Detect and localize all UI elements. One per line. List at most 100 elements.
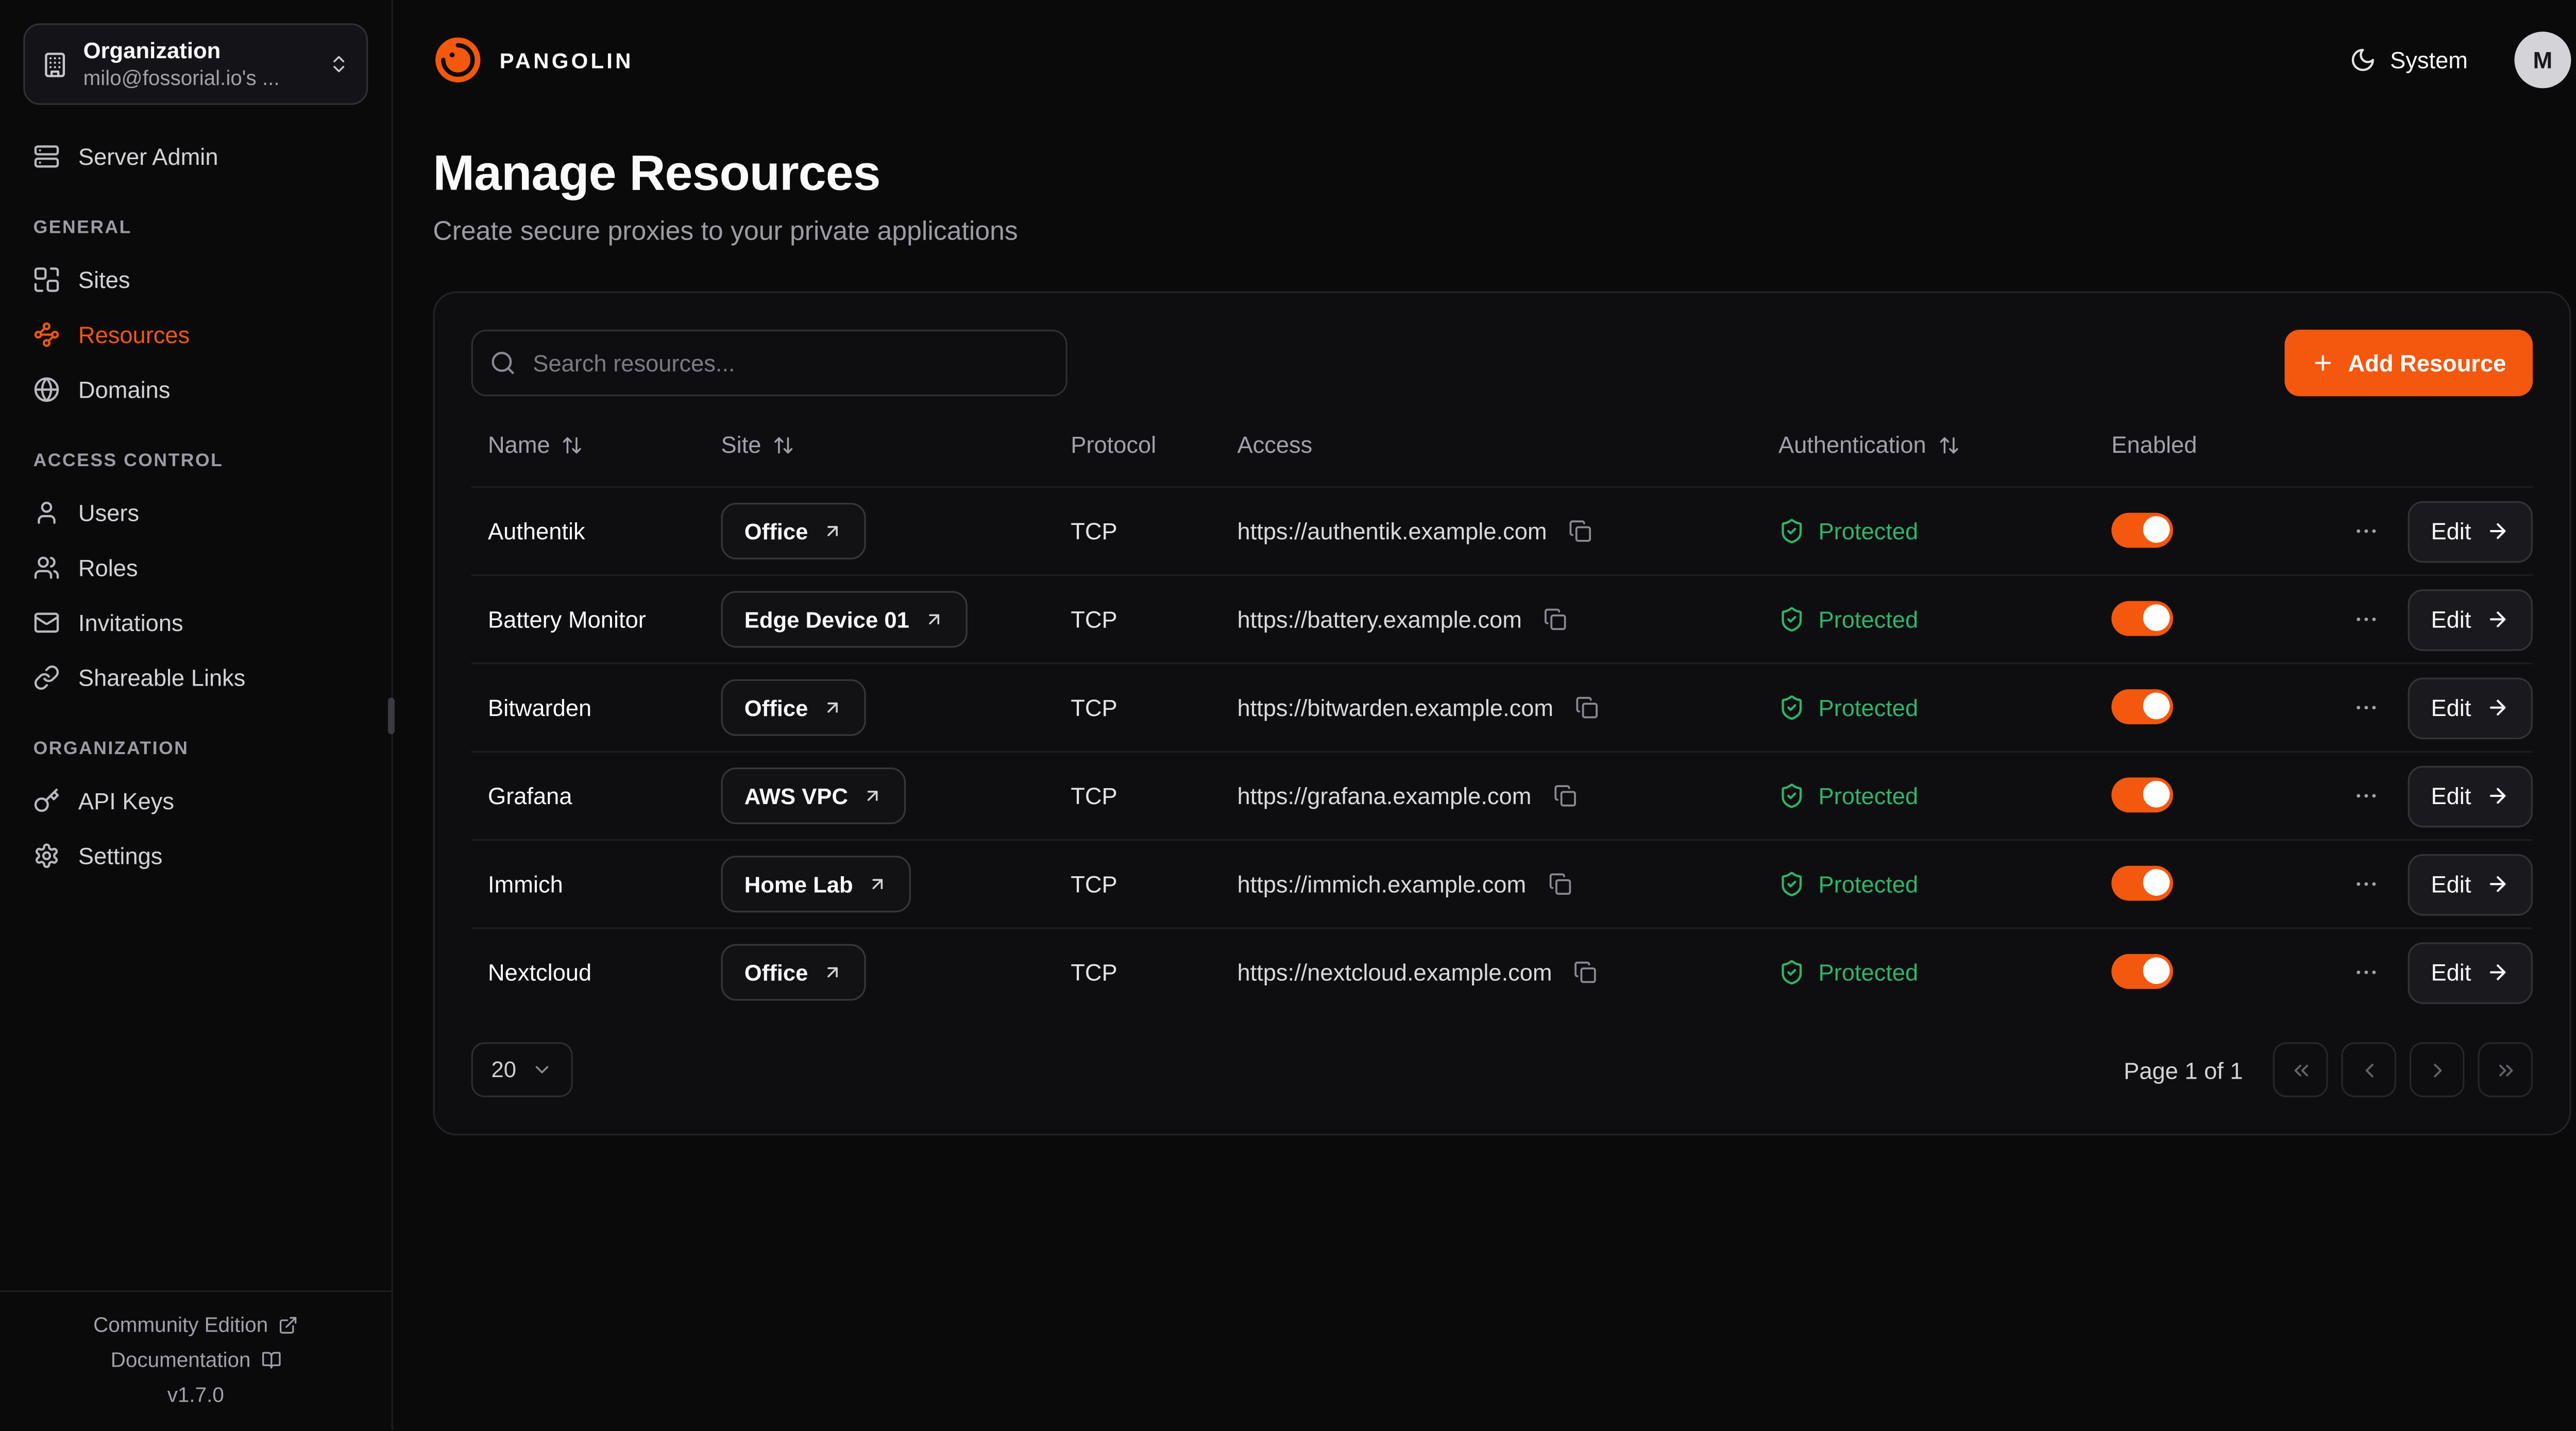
version-label: v1.7.0 [167,1384,224,1407]
site-name: Home Lab [744,872,853,896]
copy-button[interactable] [1538,603,1572,636]
copy-button[interactable] [1543,867,1577,901]
search-input[interactable] [471,330,1067,396]
edit-button[interactable]: Edit [2408,942,2533,1003]
sidebar-item-users[interactable]: Users [23,485,368,540]
enabled-toggle[interactable] [2111,777,2173,812]
main-area: PANGOLIN System M Manage Resources Creat… [393,0,2576,1430]
arrow-up-right-icon [823,962,843,982]
protocol-value: TCP [1071,871,1237,897]
edit-button[interactable]: Edit [2408,500,2533,562]
sidebar-nav: Server Admin GENERAL Sites Resources Dom… [0,105,392,1274]
ellipsis-icon [2353,694,2380,721]
site-link-button[interactable]: AWS VPC [721,768,906,824]
toggle-knob [2142,604,2169,631]
row-menu-button[interactable] [2346,688,2386,728]
site-link-button[interactable]: Home Lab [721,856,911,912]
enabled-toggle[interactable] [2111,512,2173,547]
shield-check-icon [1778,871,1805,897]
sidebar-item-settings[interactable]: Settings [23,827,368,882]
column-header-authentication[interactable]: Authentication [1778,431,1959,458]
org-selector[interactable]: Organization milo@fossorial.io's ... [23,23,368,105]
sidebar-item-resources[interactable]: Resources [23,306,368,362]
org-selector-text: Organization milo@fossorial.io's ... [83,38,313,90]
row-menu-button[interactable] [2346,600,2386,640]
theme-label: System [2390,46,2468,73]
sidebar-item-shareable-links[interactable]: Shareable Links [23,650,368,705]
access-url: https://authentik.example.com [1237,518,1547,544]
resource-name: Nextcloud [471,959,721,986]
key-icon [33,787,60,813]
enabled-toggle[interactable] [2111,600,2173,635]
sidebar-item-roles[interactable]: Roles [23,539,368,594]
sidebar-resize-handle[interactable] [388,697,395,734]
edit-button[interactable]: Edit [2408,677,2533,739]
row-menu-button[interactable] [2346,776,2386,816]
site-link-button[interactable]: Office [721,944,866,1001]
last-page-button[interactable] [2478,1042,2533,1097]
add-resource-label: Add Resource [2348,350,2506,377]
sidebar-item-domains[interactable]: Domains [23,361,368,416]
edit-button[interactable]: Edit [2408,589,2533,651]
documentation-link[interactable]: Documentation [111,1349,281,1372]
edit-button[interactable]: Edit [2408,853,2533,915]
sidebar-item-label: Server Admin [78,142,218,169]
table-row: Immich Home Lab TCP https://immich.examp… [471,839,2533,927]
page-size-select[interactable]: 20 [471,1042,573,1097]
column-header-site[interactable]: Site [721,431,794,458]
next-page-button[interactable] [2410,1042,2465,1097]
sidebar-item-label: Users [78,499,139,525]
site-name: Office [744,695,808,720]
site-link-button[interactable]: Office [721,503,866,559]
sidebar-item-sites[interactable]: Sites [23,251,368,306]
theme-selector[interactable]: System [2340,45,2478,75]
globe-icon [33,376,60,402]
site-link-button[interactable]: Edge Device 01 [721,591,968,648]
copy-icon [1575,696,1598,719]
site-link-button[interactable]: Office [721,679,866,736]
row-menu-button[interactable] [2346,864,2386,904]
access-url: https://grafana.example.com [1237,782,1531,809]
pagination: Page 1 of 1 [2124,1042,2533,1097]
table-footer: 20 Page 1 of 1 [471,1042,2533,1097]
copy-button[interactable] [1548,779,1582,813]
ellipsis-icon [2353,871,2380,897]
first-page-button[interactable] [2273,1042,2328,1097]
column-header-access: Access [1237,431,1778,458]
table-row: Grafana AWS VPC TCP https://grafana.exam… [471,751,2533,839]
sidebar-item-server-admin[interactable]: Server Admin [23,128,368,183]
copy-button[interactable] [1569,956,1602,989]
row-menu-button[interactable] [2346,952,2386,993]
topbar-right: System M [2340,31,2571,88]
community-edition-label: Community Edition [93,1314,268,1337]
enabled-toggle[interactable] [2111,865,2173,900]
resource-name: Grafana [471,782,721,809]
enabled-toggle[interactable] [2111,688,2173,723]
previous-page-button[interactable] [2341,1042,2396,1097]
sidebar-item-api-keys[interactable]: API Keys [23,773,368,828]
arrow-right-icon [2486,519,2510,542]
column-header-name[interactable]: Name [488,431,583,458]
edit-button[interactable]: Edit [2408,765,2533,827]
community-edition-link[interactable]: Community Edition [93,1314,298,1337]
chevrons-left-icon [2289,1058,2312,1081]
column-label: Site [721,431,761,458]
sidebar-item-invitations[interactable]: Invitations [23,594,368,650]
user-avatar[interactable]: M [2514,31,2571,88]
edit-label: Edit [2431,871,2471,897]
sidebar-item-label: Roles [78,554,138,581]
enabled-toggle[interactable] [2111,953,2173,988]
protocol-value: TCP [1071,606,1237,633]
shield-check-icon [1778,782,1805,809]
site-name: Office [744,960,808,984]
row-menu-button[interactable] [2346,511,2386,551]
copy-button[interactable] [1570,691,1603,724]
copy-button[interactable] [1564,515,1597,548]
page-content: Manage Resources Create secure proxies t… [393,120,2576,1176]
table-header: Name Site Protocol Access [471,403,2533,486]
chevron-down-icon [531,1059,553,1081]
arrow-right-icon [2486,961,2510,984]
page-subtitle: Create secure proxies to your private ap… [433,218,2571,248]
add-resource-button[interactable]: Add Resource [2285,330,2533,396]
protocol-value: TCP [1071,518,1237,544]
